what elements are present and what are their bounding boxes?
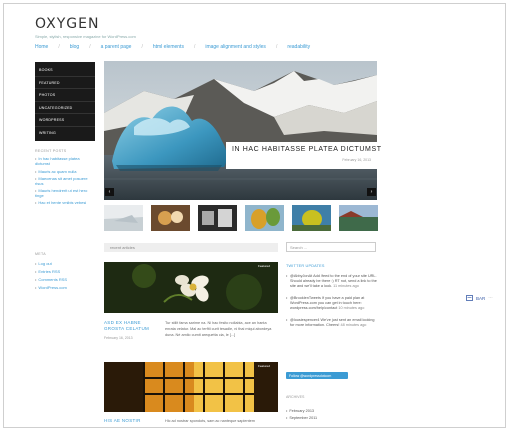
meta-link-comments-rss[interactable]: Comments RSS <box>35 276 67 284</box>
nav-separator: / <box>275 44 278 50</box>
meta-link-wordpress[interactable]: WordPress.com <box>35 284 67 292</box>
category-item-writing[interactable]: WRITING <box>35 127 95 140</box>
site-title[interactable]: OXYGEN <box>35 16 99 32</box>
flower-photo <box>104 262 278 313</box>
site-description: Simple, stylish, responsive magazine for… <box>35 34 136 39</box>
meta-link-entries-rss[interactable]: Entries RSS <box>35 268 67 276</box>
post-date: February 16, 2013 <box>104 336 133 340</box>
twitter-updates-title: TWITTER UPDATES <box>286 264 325 268</box>
meta-title: META <box>35 252 46 256</box>
search-input[interactable]: Search ... <box>286 242 376 252</box>
glacier-photo <box>104 61 377 200</box>
nav-item-readability[interactable]: readability <box>287 44 310 50</box>
archive-link[interactable]: February 2013 <box>286 408 317 415</box>
tweet-time[interactable]: 11 minutes ago <box>333 284 359 288</box>
thumbnail-image <box>339 205 378 231</box>
thumbnail-image <box>104 205 143 231</box>
thumbnail-image <box>151 205 190 231</box>
slider-thumbnail[interactable] <box>245 205 284 231</box>
category-item-uncategorized[interactable]: UNCATEGORIZED <box>35 102 95 114</box>
main-nav: Home / blog / a parent page / html eleme… <box>35 44 310 50</box>
recent-post-link[interactable]: Mauris hendrerit ut est hero tinge <box>35 188 95 198</box>
more-icon[interactable]: ⋯ <box>488 295 493 301</box>
nav-separator: / <box>58 44 60 50</box>
nav-separator: / <box>89 44 91 50</box>
featured-slider-image[interactable] <box>104 61 377 200</box>
nav-item-image-alignment[interactable]: image alignment and styles <box>205 44 266 50</box>
nav-separator: / <box>193 44 196 50</box>
nav-separator: / <box>141 44 143 50</box>
meta-link-logout[interactable]: Log out <box>35 260 67 268</box>
twitter-follow-button[interactable]: Follow @wordpressdotcom <box>286 372 348 379</box>
recent-posts-list: In hac habitasse platea dictumst Mauris … <box>35 156 95 207</box>
category-menu: BOOKS FEATURED PHOTOS UNCATEGORIZED WORD… <box>35 62 95 141</box>
hero-caption: IN HAC HABITASSE PLATEA DICTUMST Februar… <box>226 142 381 169</box>
post-excerpt: Tur stilit fama sarime na. Ni hac fesito… <box>165 321 272 337</box>
slider-thumbnail[interactable] <box>339 205 378 231</box>
thumbnail-image <box>292 205 331 231</box>
archive-link[interactable]: September 2011 <box>286 415 317 422</box>
post-excerpt: Hic ad nostrar spondots, sam ac nanteque… <box>165 419 255 423</box>
tweet-time[interactable]: 10 minutes ago <box>338 306 364 310</box>
thumbnail-image <box>198 205 237 231</box>
slider-next-button[interactable]: › <box>367 188 376 196</box>
nav-item-parent-page[interactable]: a parent page <box>101 44 132 50</box>
hero-date: February 16, 2013 <box>342 158 371 162</box>
thumbnail-image <box>245 205 284 231</box>
window-photo <box>104 362 278 412</box>
recent-post-link[interactable]: In hac habitasse platea dictumst <box>35 156 95 166</box>
recent-post-link[interactable]: Hac et hente vmibis vebesi <box>35 200 95 205</box>
floating-widget-label: BAR <box>476 295 486 301</box>
recent-posts-title: RECENT POSTS <box>35 149 67 153</box>
recent-post-link[interactable]: Maecenas sit amet posuere risus <box>35 176 95 186</box>
slider-thumbnail[interactable] <box>104 205 143 231</box>
archives-list: February 2013 September 2011 <box>286 408 317 422</box>
post-thumbnail[interactable] <box>104 362 278 412</box>
slider-thumbnails <box>104 205 378 231</box>
slider-thumbnail[interactable] <box>292 205 331 231</box>
archives-title: ARCHIVES <box>286 395 305 399</box>
post-title[interactable]: HIS AE NOSTIR <box>104 418 164 424</box>
category-item-photos[interactable]: PHOTOS <box>35 89 95 102</box>
floating-widget[interactable]: BAR ⋯ <box>466 295 493 301</box>
post-featured-badge: Featured <box>258 264 271 268</box>
nav-item-html-elements[interactable]: html elements <box>153 44 184 50</box>
tweet-list: @AbbyJonAt Add /feed to the end of your … <box>286 274 378 335</box>
edit-icon <box>466 295 473 301</box>
category-item-featured[interactable]: FEATURED <box>35 77 95 89</box>
post-thumbnail[interactable] <box>104 262 278 313</box>
nav-item-blog[interactable]: blog <box>70 44 79 50</box>
nav-item-home[interactable]: Home <box>35 44 48 50</box>
slider-prev-button[interactable]: ‹ <box>105 188 114 196</box>
tweet: @BrooklenTweets If you have a paid plan … <box>286 296 378 311</box>
meta-list: Log out Entries RSS Comments RSS WordPre… <box>35 260 67 292</box>
recent-articles-header: recent articles <box>104 243 278 252</box>
category-item-books[interactable]: BOOKS <box>35 64 95 77</box>
slider-thumbnail[interactable] <box>151 205 190 231</box>
tweet-time[interactable]: 48 minutes ago <box>340 323 366 327</box>
post-featured-badge: Featured <box>258 364 271 368</box>
recent-post-link[interactable]: Mauris ac quam nulla <box>35 168 95 176</box>
slider-thumbnail[interactable] <box>198 205 237 231</box>
tweet: @lousiespencer4 We've just sent an email… <box>286 318 378 328</box>
hero-title[interactable]: IN HAC HABITASSE PLATEA DICTUMST <box>232 146 381 153</box>
tweet: @AbbyJonAt Add /feed to the end of your … <box>286 274 378 289</box>
post-title[interactable]: ASD EX HABNE GROSTA CELATUM <box>104 320 156 332</box>
category-item-wordpress[interactable]: WORDPRESS <box>35 114 95 127</box>
